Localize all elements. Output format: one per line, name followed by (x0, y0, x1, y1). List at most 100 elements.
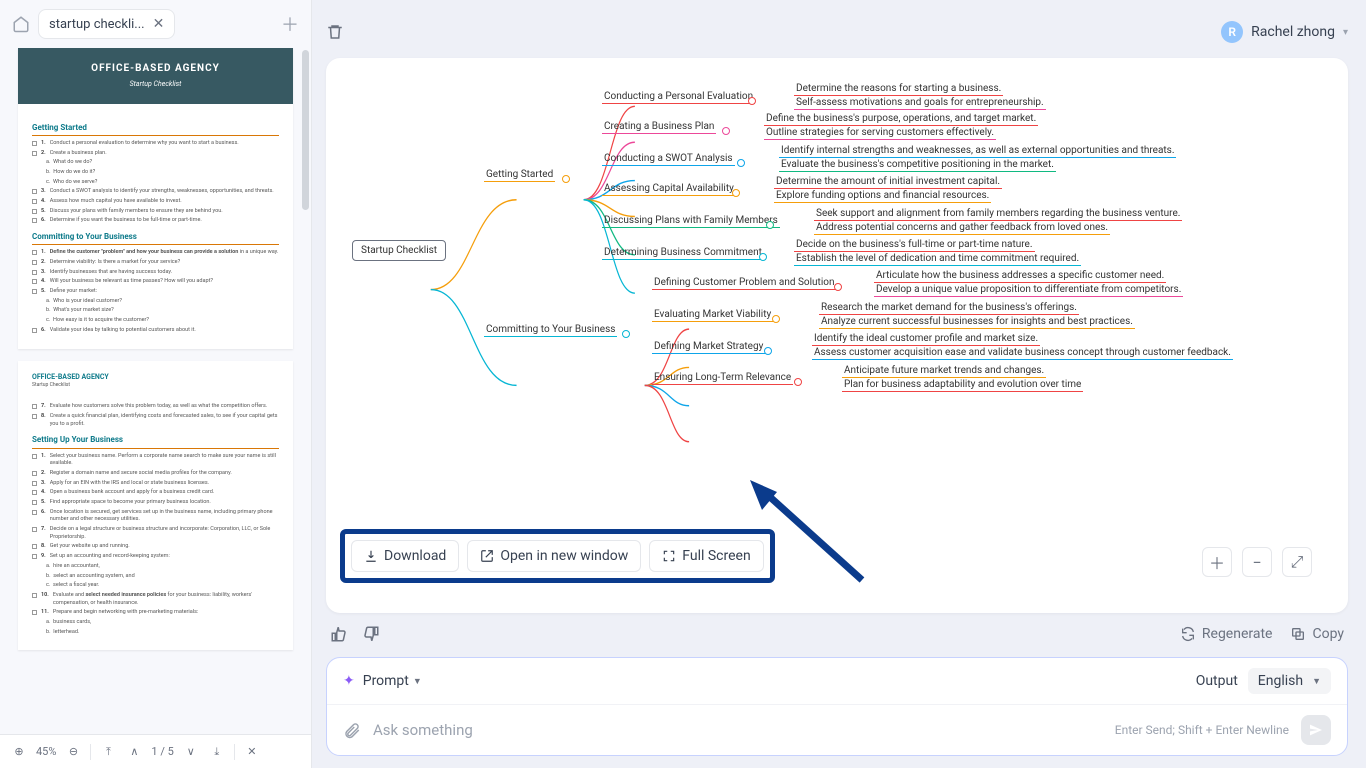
mindmap-leaf[interactable]: Decide on the business's full-time or pa… (794, 238, 1035, 252)
close-preview-icon[interactable]: ✕ (243, 743, 261, 761)
document-preview[interactable]: OFFICE-BASED AGENCY Startup Checklist Ge… (0, 48, 311, 734)
prompt-box: ✦ Prompt ▼ Output English ▼ Enter Send; … (326, 657, 1348, 756)
zoom-out-icon[interactable]: ⊖ (64, 743, 82, 761)
thumbs-down-icon[interactable] (362, 625, 380, 643)
close-icon[interactable]: ✕ (153, 16, 165, 32)
mindmap-leaf[interactable]: Anticipate future market trends and chan… (842, 364, 1046, 378)
section-title: Setting Up Your Business (32, 434, 279, 445)
mindmap-node[interactable]: Determining Business Commitment (602, 246, 764, 260)
expand-dot[interactable] (722, 127, 730, 135)
tab-title: startup checkli... (49, 17, 145, 32)
mindmap-leaf[interactable]: Assess customer acquisition ease and val… (812, 346, 1233, 360)
regenerate-icon (1180, 626, 1196, 642)
next-page-icon[interactable]: ∨ (182, 743, 200, 761)
fullscreen-icon (662, 549, 676, 563)
mindmap-root[interactable]: Startup Checklist (352, 240, 446, 261)
main-panel: R Rachel zhong ▾ (312, 0, 1366, 768)
last-page-icon[interactable]: ⤓ (208, 743, 226, 761)
mindmap-leaf[interactable]: Identify internal strengths and weakness… (779, 144, 1176, 158)
scrollbar-thumb[interactable] (302, 50, 309, 210)
expand-dot[interactable] (834, 283, 842, 291)
mindmap-leaf[interactable]: Research the market demand for the busin… (819, 301, 1079, 315)
mindmap-leaf[interactable]: Evaluate the business's competitive posi… (779, 158, 1056, 172)
expand-dot[interactable] (622, 330, 630, 338)
mindmap-leaf[interactable]: Plan for business adaptability and evolu… (842, 378, 1083, 392)
expand-button[interactable]: ⤢ (1282, 547, 1312, 577)
open-new-window-button[interactable]: Open in new window (467, 540, 641, 572)
user-menu[interactable]: R Rachel zhong ▾ (1221, 21, 1348, 43)
language-select[interactable]: English ▼ (1248, 668, 1331, 694)
bottom-toolbar: ⊕ 45% ⊖ ⤒ ∧ 1 / 5 ∨ ⤓ ✕ (0, 734, 311, 768)
mindmap-node[interactable]: Evaluating Market Viability (652, 308, 773, 322)
mindmap-node[interactable]: Defining Market Strategy (652, 340, 765, 354)
mindmap-leaf[interactable]: Determine the reasons for starting a bus… (794, 82, 1003, 96)
mindmap-canvas[interactable]: Startup Checklist Getting Started Commit… (344, 68, 1330, 595)
mindmap-leaf[interactable]: Articulate how the business addresses a … (874, 269, 1166, 283)
mindmap-leaf[interactable]: Analyze current successful businesses fo… (819, 315, 1135, 329)
feedback-row: Regenerate Copy (330, 625, 1344, 643)
mindmap-branch[interactable]: Getting Started (484, 168, 555, 182)
home-icon[interactable] (12, 15, 30, 33)
expand-dot[interactable] (772, 315, 780, 323)
copy-button[interactable]: Copy (1290, 626, 1344, 642)
chevron-down-icon[interactable]: ▼ (413, 676, 422, 687)
mindmap-node[interactable]: Ensuring Long-Term Relevance (652, 371, 793, 385)
send-button[interactable] (1301, 715, 1331, 745)
mindmap-node[interactable]: Conducting a Personal Evaluation (602, 90, 755, 104)
hero-subtitle: Startup Checklist (26, 80, 285, 90)
expand-dot[interactable] (732, 189, 740, 197)
input-hint: Enter Send; Shift + Enter Newline (1115, 723, 1289, 737)
document-tab[interactable]: startup checkli... ✕ (38, 9, 175, 39)
thumbs-up-icon[interactable] (330, 625, 348, 643)
expand-dot[interactable] (766, 221, 774, 229)
mindmap-node[interactable]: Assessing Capital Availability (602, 182, 736, 196)
prev-page-icon[interactable]: ∧ (125, 743, 143, 761)
zoom-out-button[interactable]: − (1242, 547, 1272, 577)
mindmap-branch[interactable]: Committing to Your Business (484, 323, 617, 337)
expand-dot[interactable] (764, 347, 772, 355)
mindmap-leaf[interactable]: Identify the ideal customer profile and … (812, 332, 1040, 346)
fullscreen-button[interactable]: Full Screen (649, 540, 763, 572)
expand-dot[interactable] (794, 378, 802, 386)
mindmap-leaf[interactable]: Develop a unique value proposition to di… (874, 283, 1183, 297)
first-page-icon[interactable]: ⤒ (99, 743, 117, 761)
download-button[interactable]: Download (351, 540, 459, 572)
add-tab-button[interactable]: ＋ (281, 11, 299, 37)
expand-dot[interactable] (748, 97, 756, 105)
preview-page-2[interactable]: OFFICE-BASED AGENCY Startup Checklist 7.… (18, 361, 293, 651)
expand-dot[interactable] (759, 253, 767, 261)
action-highlight-box: Download Open in new window Full Screen (340, 529, 775, 583)
mindmap-leaf[interactable]: Explore funding options and financial re… (774, 189, 991, 203)
mindmap-node[interactable]: Defining Customer Problem and Solution (652, 276, 836, 290)
mindmap-node[interactable]: Creating a Business Plan (602, 120, 716, 134)
prompt-input[interactable] (373, 721, 1103, 739)
page-indicator: 1 / 5 (151, 745, 173, 758)
hero-title: OFFICE-BASED AGENCY (26, 62, 285, 76)
output-label: Output (1196, 673, 1238, 689)
mindmap-node[interactable]: Discussing Plans with Family Members (602, 214, 780, 228)
mindmap-leaf[interactable]: Establish the level of dedication and ti… (794, 252, 1081, 266)
zoom-in-button[interactable]: ＋ (1202, 547, 1232, 577)
expand-dot[interactable] (737, 159, 745, 167)
section-title: Committing to Your Business (32, 231, 279, 242)
avatar: R (1221, 21, 1243, 43)
content-card: Startup Checklist Getting Started Commit… (326, 58, 1348, 613)
mindmap-leaf[interactable]: Define the business's purpose, operation… (764, 112, 1038, 126)
download-icon (364, 549, 378, 563)
expand-dot[interactable] (562, 175, 570, 183)
regenerate-button[interactable]: Regenerate (1180, 626, 1273, 642)
mindmap-leaf[interactable]: Seek support and alignment from family m… (814, 207, 1182, 221)
trash-icon[interactable] (326, 23, 344, 41)
preview-page-1[interactable]: OFFICE-BASED AGENCY Startup Checklist Ge… (18, 48, 293, 349)
zoom-in-icon[interactable]: ⊕ (10, 743, 28, 761)
mindmap-leaf[interactable]: Self-assess motivations and goals for en… (794, 96, 1046, 110)
mindmap-node[interactable]: Conducting a SWOT Analysis (602, 152, 735, 166)
mindmap-leaf[interactable]: Address potential concerns and gather fe… (814, 221, 1110, 235)
mindmap-leaf[interactable]: Outline strategies for serving customers… (764, 126, 996, 140)
mindmap-leaf[interactable]: Determine the amount of initial investme… (774, 175, 1002, 189)
attachment-icon[interactable] (343, 721, 361, 739)
user-name: Rachel zhong (1251, 24, 1335, 40)
chevron-down-icon: ▾ (1343, 27, 1348, 38)
external-link-icon (480, 549, 494, 563)
chevron-down-icon: ▼ (1312, 676, 1321, 687)
